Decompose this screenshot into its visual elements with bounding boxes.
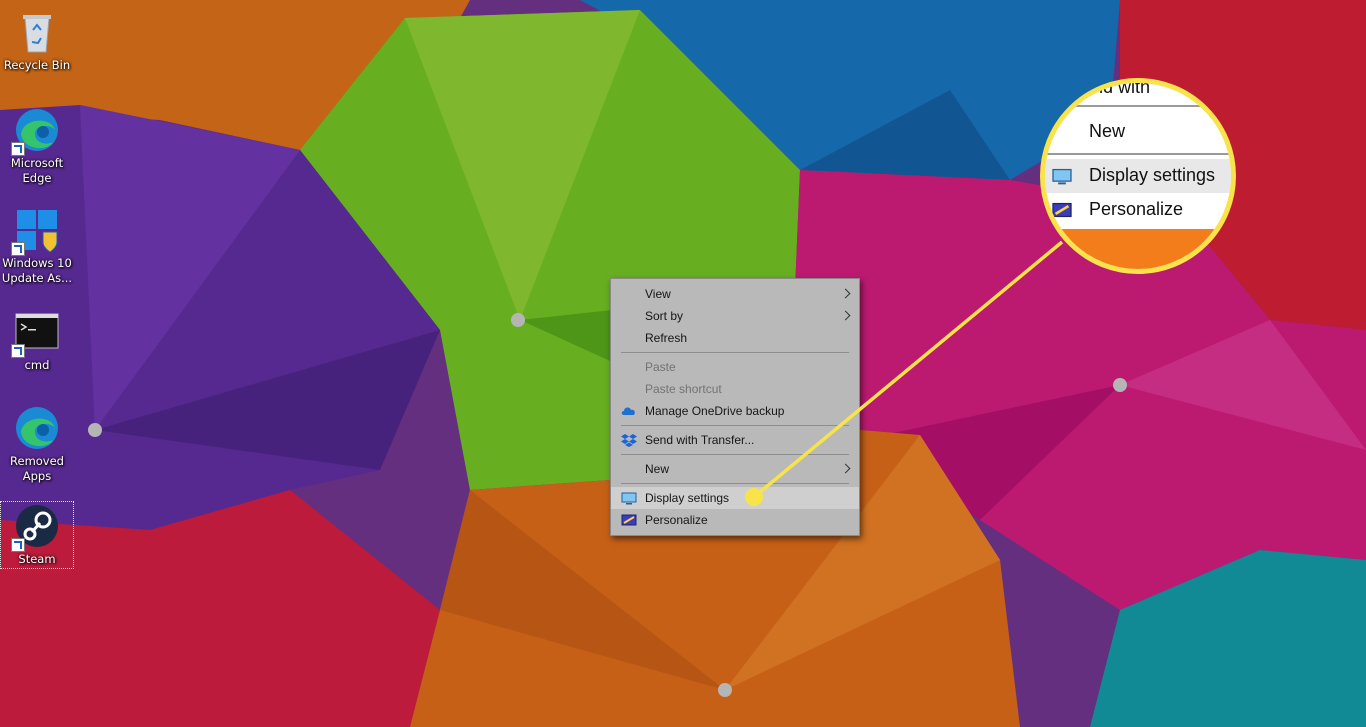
steam-icon [11, 502, 61, 552]
desktop-icon-windows-update-assistant[interactable]: Windows 10 Update As... [1, 206, 73, 286]
menu-item-new[interactable]: New [611, 458, 859, 480]
menu-item-label: View [645, 287, 671, 301]
desktop-icon-steam[interactable]: Steam [0, 501, 74, 569]
menu-item-label: Manage OneDrive backup [645, 404, 785, 418]
desktop-icon-label: Microsoft Edge [10, 156, 64, 185]
dropbox-icon [621, 434, 637, 447]
menu-separator [621, 454, 849, 455]
menu-item-manage-onedrive-backup[interactable]: Manage OneDrive backup [611, 400, 859, 422]
menu-item-sort-by[interactable]: Sort by [611, 305, 859, 327]
windows-logo-icon [11, 206, 61, 256]
menu-separator [621, 352, 849, 353]
chevron-right-icon [840, 310, 851, 321]
chevron-right-icon [840, 288, 851, 299]
edge-icon [13, 404, 61, 452]
zoom-separator [1045, 105, 1231, 107]
personalize-icon [1052, 202, 1072, 218]
terminal-icon [11, 308, 61, 358]
desktop-icon-microsoft-edge[interactable]: Microsoft Edge [1, 106, 73, 186]
menu-item-paste-shortcut[interactable]: Paste shortcut [611, 378, 859, 400]
shortcut-arrow-icon [11, 142, 25, 156]
menu-item-label: Sort by [645, 309, 684, 323]
menu-item-label: Send with Transfer... [645, 433, 755, 447]
menu-item-refresh[interactable]: Refresh [611, 327, 859, 349]
shortcut-arrow-icon [11, 242, 25, 256]
recycle-bin-icon [13, 8, 61, 56]
menu-item-display-settings[interactable]: Display settings [611, 487, 859, 509]
desktop-icon-label: Steam [18, 552, 56, 566]
menu-item-personalize[interactable]: Personalize [611, 509, 859, 531]
desktop-icon-cmd[interactable]: cmd [1, 308, 73, 373]
menu-item-label: New [645, 462, 670, 476]
zoom-item-new: New [1089, 121, 1126, 141]
menu-separator [621, 483, 849, 484]
edge-icon [11, 106, 61, 156]
zoom-callout: nd with New Display settings Personalize [1040, 78, 1236, 274]
menu-item-label: Paste shortcut [645, 382, 722, 396]
desktop-icon-recycle-bin[interactable]: Recycle Bin [1, 8, 73, 73]
menu-item-send-with-transfer[interactable]: Send with Transfer... [611, 429, 859, 451]
menu-item-paste[interactable]: Paste [611, 356, 859, 378]
menu-item-label: Refresh [645, 331, 688, 345]
menu-separator [621, 425, 849, 426]
onedrive-cloud-icon [621, 407, 635, 415]
desktop-icon-label: Recycle Bin [3, 58, 71, 72]
menu-item-label: Personalize [645, 513, 708, 527]
personalize-icon [621, 514, 637, 526]
chevron-right-icon [840, 463, 851, 474]
menu-item-label: Paste [645, 360, 676, 374]
zoom-item-display-settings: Display settings [1089, 165, 1216, 185]
desktop-icon-label: Windows 10 Update As... [1, 256, 73, 285]
shortcut-arrow-icon [11, 538, 25, 552]
shortcut-arrow-icon [11, 344, 25, 358]
desktop-icon-label: Removed Apps [10, 454, 64, 483]
monitor-icon [621, 492, 637, 505]
desktop-icon-label: cmd [24, 358, 50, 372]
desktop-context-menu: View Sort by Refresh Paste Paste shortcu… [610, 278, 860, 536]
menu-item-view[interactable]: View [611, 283, 859, 305]
zoom-wallpaper-fragment [1045, 229, 1231, 269]
menu-item-label: Display settings [645, 491, 730, 505]
zoom-separator [1045, 153, 1231, 155]
zoom-item-personalize: Personalize [1089, 199, 1184, 219]
desktop-icon-removed-apps[interactable]: Removed Apps [1, 404, 73, 484]
monitor-icon [1052, 168, 1072, 185]
